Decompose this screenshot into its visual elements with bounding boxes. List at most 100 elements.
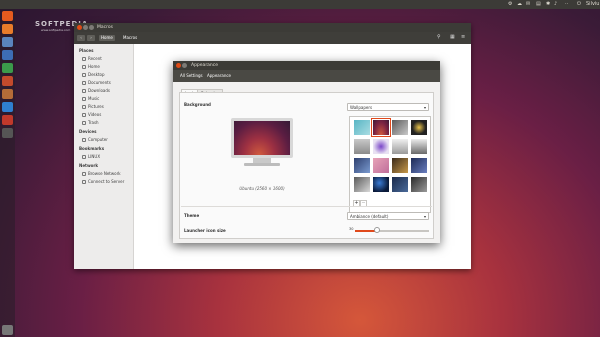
wallpaper-thumb[interactable] [354, 158, 370, 173]
session-icon[interactable]: ⏻ [577, 1, 581, 8]
sidebar-item-browse-network[interactable]: Browse Network [82, 171, 121, 176]
files-icon[interactable] [2, 37, 13, 47]
divider [181, 206, 432, 207]
wallpaper-thumb[interactable] [411, 158, 427, 173]
sidebar-item-documents[interactable]: Documents [82, 80, 111, 85]
wallpaper-thumb[interactable] [354, 139, 370, 154]
wallpaper-thumb-selected[interactable] [371, 118, 391, 137]
wallpaper-thumb[interactable] [411, 120, 427, 135]
launcher [0, 9, 15, 337]
home-icon [82, 64, 86, 69]
clock[interactable]: ·· [565, 1, 568, 8]
search-icon[interactable]: ⚲ [437, 34, 441, 40]
chevron-down-icon: ▾ [423, 105, 426, 110]
wallpaper-thumb[interactable] [392, 139, 408, 154]
envelope-icon[interactable]: ✉ [526, 1, 530, 8]
wallpaper-thumb[interactable] [411, 139, 427, 154]
network-icon[interactable]: ⚙ [508, 1, 512, 8]
theme-select[interactable]: Ambiance (default) ▾ [347, 212, 429, 220]
wallpaper-thumb[interactable] [411, 177, 427, 192]
top-panel: ⚙ ☁ ✉ ▤ ✱ ♪ ·· ⏻ Silviu [0, 0, 600, 9]
wallpaper-thumb[interactable] [392, 120, 408, 135]
workspaces-icon[interactable] [2, 128, 13, 138]
wallpaper-grid: + − [349, 116, 431, 213]
sidebar-item-videos[interactable]: Videos [82, 112, 101, 117]
background-label: Background [184, 102, 211, 107]
cloud-icon[interactable]: ☁ [517, 1, 522, 8]
wallpaper-thumb[interactable] [354, 177, 370, 192]
wallpaper-preview [231, 118, 293, 158]
files-titlebar: Macros [74, 23, 471, 32]
wallpaper-caption: Ubuntu (2560 × 1600) [239, 186, 285, 191]
sidebar-item-connect-server[interactable]: Connect to Server [82, 179, 124, 184]
sidebar-item-downloads[interactable]: Downloads [82, 88, 110, 93]
wallpaper-thumb[interactable] [392, 158, 408, 173]
folder-icon [82, 154, 86, 159]
minimize-icon[interactable] [83, 25, 88, 30]
files-toolbar: ‹ › Home Macros ⚲ ▦ ≡ [74, 32, 471, 44]
sidebar-item-home[interactable]: Home [82, 64, 100, 69]
sidebar-header-devices: Devices [79, 129, 97, 134]
software-center-icon[interactable] [2, 89, 13, 99]
server-icon [82, 179, 86, 184]
trash-icon[interactable] [2, 325, 13, 335]
libreoffice-impress-icon[interactable] [2, 76, 13, 86]
videos-icon [82, 112, 86, 117]
libreoffice-calc-icon[interactable] [2, 63, 13, 73]
sidebar-item-pictures[interactable]: Pictures [82, 104, 104, 109]
appearance-window: Appearance All Settings Appearance Look … [173, 61, 440, 243]
wallpaper-thumb[interactable] [373, 139, 389, 154]
close-icon[interactable] [176, 63, 181, 68]
network-icon [82, 171, 86, 176]
sidebar-item-music[interactable]: Music [82, 96, 99, 101]
settings-breadcrumb: All Settings Appearance [173, 70, 440, 82]
minimize-icon[interactable] [182, 63, 187, 68]
volume-icon[interactable]: ♪ [554, 1, 557, 8]
libreoffice-writer-icon[interactable] [2, 50, 13, 60]
close-icon[interactable] [77, 25, 82, 30]
sidebar-item-linux[interactable]: LINUX [82, 154, 100, 159]
documents-icon [82, 80, 86, 85]
music-icon [82, 96, 86, 101]
sidebar-item-computer[interactable]: Computer [82, 137, 108, 142]
breadcrumb-appearance[interactable]: Appearance [207, 73, 231, 78]
dash-icon[interactable] [2, 11, 13, 21]
clock-icon [82, 56, 86, 61]
wallpaper-thumb[interactable] [392, 177, 408, 192]
wallpaper-thumb[interactable] [354, 120, 370, 135]
sidebar-item-recent[interactable]: Recent [82, 56, 102, 61]
launcher-size-value: 30 [349, 227, 354, 231]
sidebar-item-desktop[interactable]: Desktop [82, 72, 105, 77]
path-home-button[interactable]: Home [99, 35, 115, 41]
back-button[interactable]: ‹ [77, 35, 85, 41]
theme-label: Theme [184, 213, 200, 218]
amazon-icon[interactable] [2, 102, 13, 112]
view-grid-icon[interactable]: ▦ [450, 34, 455, 40]
sidebar-header-places: Places [79, 48, 94, 53]
sidebar-header-network: Network [79, 163, 99, 168]
appearance-titlebar: Appearance [173, 61, 440, 70]
sidebar-header-bookmarks: Bookmarks [79, 146, 105, 151]
sidebar-item-trash[interactable]: Trash [82, 120, 99, 125]
desktop-icon [82, 72, 86, 77]
wallpaper-source-select[interactable]: Wallpapers ▾ [347, 103, 429, 111]
keyboard-layout-icon[interactable]: ▤ [536, 1, 541, 8]
user-name[interactable]: Silviu [586, 1, 599, 8]
launcher-size-label: Launcher icon size [184, 228, 226, 233]
settings-icon[interactable] [2, 115, 13, 125]
path-current-button[interactable]: Macros [121, 35, 140, 41]
files-window-title: Macros [97, 25, 113, 30]
monitor-base [244, 163, 280, 166]
forward-button[interactable]: › [87, 35, 95, 41]
pictures-icon [82, 104, 86, 109]
breadcrumb-all-settings[interactable]: All Settings [180, 73, 203, 78]
menu-icon[interactable]: ≡ [461, 34, 465, 40]
chevron-down-icon: ▾ [423, 214, 426, 219]
bluetooth-icon[interactable]: ✱ [546, 1, 550, 8]
maximize-icon[interactable] [89, 25, 94, 30]
wallpaper-thumb[interactable] [373, 177, 389, 192]
firefox-icon[interactable] [2, 24, 13, 34]
wallpaper-thumb[interactable] [373, 158, 389, 173]
downloads-icon [82, 88, 86, 93]
files-sidebar: Places Recent Home Desktop Documents Dow… [74, 44, 134, 269]
